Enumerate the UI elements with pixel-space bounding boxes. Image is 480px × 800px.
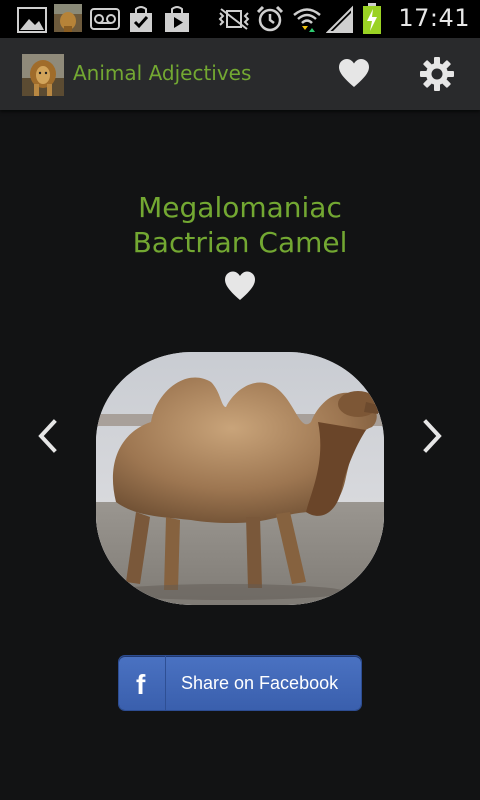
- animal-species: Bactrian Camel: [132, 226, 348, 259]
- camel-illustration: [96, 352, 384, 605]
- alarm-icon: [256, 5, 284, 32]
- favorite-heart-icon[interactable]: [224, 270, 256, 302]
- vibrate-mute-icon: [218, 8, 250, 30]
- animal-title: Megalomaniac Bactrian Camel: [0, 190, 480, 260]
- gear-icon[interactable]: [420, 57, 454, 91]
- facebook-icon: f: [136, 669, 146, 700]
- app-thumbnail-icon: [54, 4, 82, 32]
- share-facebook-label: Share on Facebook: [181, 673, 339, 693]
- app-title: Animal Adjectives: [73, 61, 252, 85]
- status-time: 17:41: [398, 4, 470, 32]
- app-logo[interactable]: [22, 54, 64, 96]
- animal-adjective: Megalomaniac: [138, 191, 342, 224]
- signal-icon: [326, 5, 353, 33]
- share-facebook-button[interactable]: f Share on Facebook: [119, 656, 361, 710]
- wifi-icon: [293, 8, 321, 32]
- heart-icon[interactable]: [338, 58, 370, 90]
- previous-arrow-icon[interactable]: [32, 418, 64, 454]
- lion-thumbnail-icon: [22, 54, 64, 96]
- task-done-icon: [130, 6, 152, 32]
- gallery-icon: [17, 7, 47, 33]
- action-bar: Animal Adjectives: [0, 38, 480, 110]
- status-bar: 17:41: [0, 0, 480, 38]
- battery-charging-icon: [363, 3, 381, 34]
- voicemail-icon: [90, 8, 120, 30]
- facebook-letter: f: [136, 669, 146, 700]
- animal-photo: [96, 352, 384, 605]
- play-store-icon: [165, 6, 189, 32]
- next-arrow-icon[interactable]: [416, 418, 448, 454]
- facebook-logo: f: [119, 656, 166, 710]
